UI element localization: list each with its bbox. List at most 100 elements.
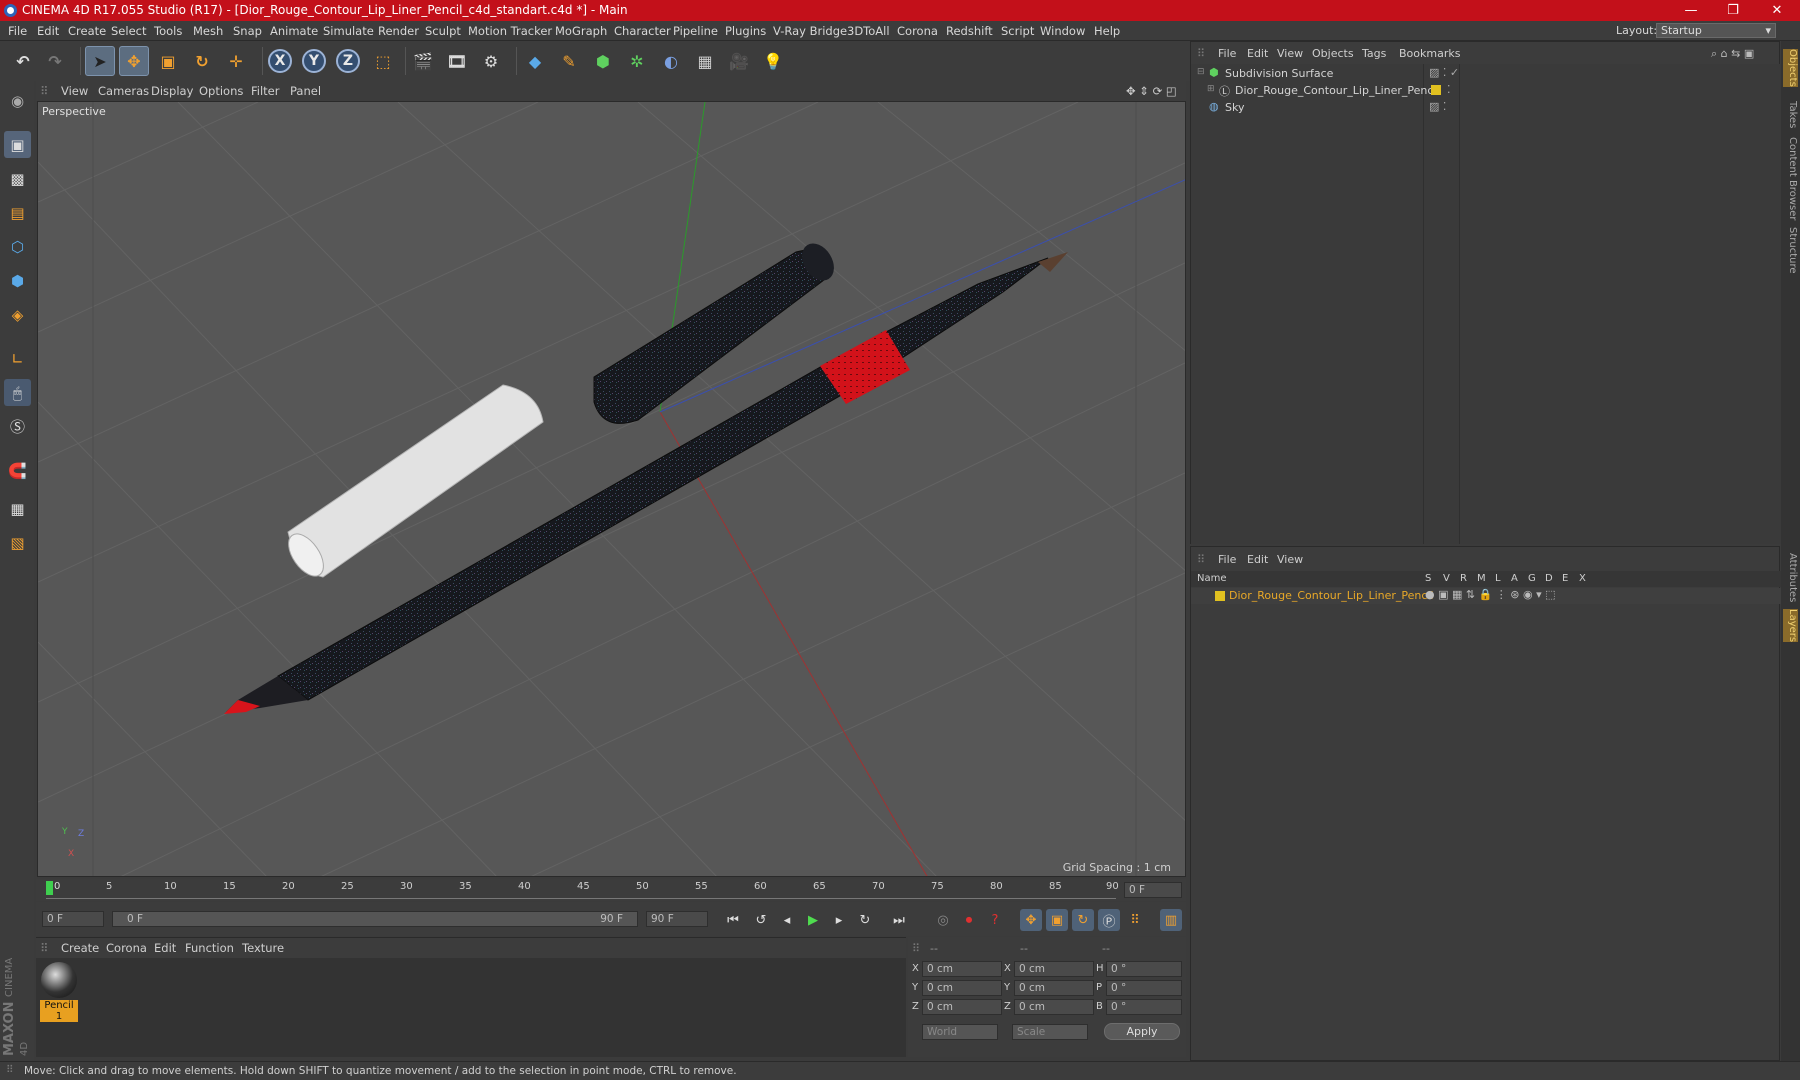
pen-spline-icon[interactable]: ✎ xyxy=(554,46,584,76)
redo-icon[interactable]: ↷ xyxy=(40,46,70,76)
workplane-settings-icon[interactable]: ▧ xyxy=(4,529,31,556)
z-axis-lock-button[interactable]: Z xyxy=(336,49,360,73)
timeline-ruler[interactable]: 0 5 10 15 20 25 30 35 40 45 50 55 60 65 … xyxy=(36,879,1186,901)
rotation-p-field[interactable]: 0 ° xyxy=(1106,980,1182,996)
menu-window[interactable]: Window xyxy=(1040,24,1085,38)
play-icon[interactable]: ▶ xyxy=(802,909,824,931)
next-keyframe-icon[interactable]: ↻ xyxy=(854,909,876,931)
model-mode-icon[interactable]: ▣ xyxy=(4,131,31,158)
object-row-pencil[interactable]: ⊞ Ⓛ Dior_Rouge_Contour_Lip_Liner_Pencil … xyxy=(1191,81,1781,99)
transform-icon[interactable]: ✛ xyxy=(221,46,251,76)
menu-3dtoall[interactable]: 3DToAll xyxy=(847,24,890,38)
axis-mode-icon[interactable]: ∟ xyxy=(4,345,31,372)
close-button[interactable]: ✕ xyxy=(1754,0,1800,21)
tab-content-browser[interactable]: Content Browser xyxy=(1783,137,1798,220)
layer-color-swatch[interactable] xyxy=(1215,591,1225,601)
minimize-button[interactable]: — xyxy=(1668,0,1714,21)
keyframe-selection-icon[interactable]: ? xyxy=(984,909,1006,931)
x-axis-lock-button[interactable]: X xyxy=(268,49,292,73)
menu-sculpt[interactable]: Sculpt xyxy=(425,24,461,38)
viewport-menu-view[interactable]: View xyxy=(61,84,88,98)
tab-takes[interactable]: Takes xyxy=(1783,101,1798,128)
make-editable-icon[interactable]: ◉ xyxy=(4,87,31,114)
menu-animate[interactable]: Animate xyxy=(270,24,318,38)
camera-icon[interactable]: 🎥 xyxy=(724,46,754,76)
lock-workplane-icon[interactable]: ▦ xyxy=(4,495,31,522)
size-y-field[interactable]: 0 cm xyxy=(1014,980,1094,996)
viewport-menu-panel[interactable]: Panel xyxy=(290,84,321,98)
menu-tools[interactable]: Tools xyxy=(154,24,182,38)
selection-arrow-icon[interactable]: ➤ xyxy=(85,46,115,76)
move-icon[interactable]: ✥ xyxy=(119,46,149,76)
visibility-dots-icon[interactable]: ▨ ⁚ xyxy=(1429,100,1446,113)
object-row-sky[interactable]: ◍ Sky ▨ ⁚ xyxy=(1191,98,1781,116)
perspective-viewport[interactable]: Perspective Y Z X Grid Spacing : 1 cm xyxy=(37,101,1186,877)
floor-icon[interactable]: ▦ xyxy=(690,46,720,76)
frame-range-slider[interactable]: 0 F 90 F xyxy=(112,911,638,927)
key-pla-icon[interactable]: ⠿ xyxy=(1124,909,1146,931)
viewport-menu-display[interactable]: Display xyxy=(151,84,193,98)
light-icon[interactable]: 💡 xyxy=(758,46,788,76)
position-z-field[interactable]: 0 cm xyxy=(922,999,1002,1015)
position-y-field[interactable]: 0 cm xyxy=(922,980,1002,996)
deformer-icon[interactable]: ◐ xyxy=(656,46,686,76)
tab-objects[interactable]: Objects xyxy=(1783,49,1798,87)
tweak-mode-icon[interactable]: 🖱 xyxy=(4,379,31,406)
go-to-end-icon[interactable]: ⏭ xyxy=(888,909,910,931)
menu-edit[interactable]: Edit xyxy=(37,24,59,38)
scale-icon[interactable]: ▣ xyxy=(153,46,183,76)
rotation-h-field[interactable]: 0 ° xyxy=(1106,961,1182,977)
maximize-button[interactable]: ❐ xyxy=(1710,0,1756,21)
tab-attributes[interactable]: Attributes xyxy=(1783,553,1798,602)
points-mode-icon[interactable]: ⬡ xyxy=(4,233,31,260)
material-menu-texture[interactable]: Texture xyxy=(242,941,284,955)
go-to-start-icon[interactable]: ⏮ xyxy=(722,909,744,931)
object-row-subdivision-surface[interactable]: ⊟ ⬢ Subdivision Surface ▨ ⁚ ✓ xyxy=(1191,64,1781,82)
render-view-icon[interactable]: 🎬 xyxy=(408,46,438,76)
layer-color-swatch[interactable] xyxy=(1431,85,1441,95)
auto-keying-icon[interactable]: ⏺ xyxy=(958,909,980,931)
om-menu-edit[interactable]: Edit xyxy=(1247,47,1268,60)
lm-menu-file[interactable]: File xyxy=(1218,553,1236,566)
lm-menu-view[interactable]: View xyxy=(1277,553,1303,566)
visibility-dots-icon[interactable]: ⁚ xyxy=(1447,83,1451,96)
menu-snap[interactable]: Snap xyxy=(233,24,262,38)
viewport-navigation-icons[interactable]: ✥ ⇕ ⟳ ◰ xyxy=(1126,84,1177,98)
layout-select[interactable]: Startup ▾ xyxy=(1656,23,1776,38)
layer-name[interactable]: Dior_Rouge_Contour_Lip_Liner_Pencil xyxy=(1229,589,1434,602)
collapse-icon[interactable]: ⊟ xyxy=(1197,67,1205,77)
tab-structure[interactable]: Structure xyxy=(1783,227,1798,274)
key-scale-icon[interactable]: ▣ xyxy=(1046,909,1068,931)
workplane-icon[interactable]: ▤ xyxy=(4,199,31,226)
coordinate-mode-select[interactable]: Scale xyxy=(1012,1024,1088,1040)
menu-corona[interactable]: Corona xyxy=(897,24,938,38)
magnet-icon[interactable]: 🧲 xyxy=(4,457,31,484)
size-x-field[interactable]: 0 cm xyxy=(1014,961,1094,977)
apply-button[interactable]: Apply xyxy=(1104,1023,1180,1040)
texture-mode-icon[interactable]: ▩ xyxy=(4,165,31,192)
om-menu-view[interactable]: View xyxy=(1277,47,1303,60)
snap-icon[interactable]: Ⓢ xyxy=(4,413,31,440)
om-search-home-icons[interactable]: ⌕ ⌂ ⇆ ▣ xyxy=(1711,47,1754,61)
edges-mode-icon[interactable]: ⬢ xyxy=(4,267,31,294)
viewport-menu-filter[interactable]: Filter xyxy=(251,84,279,98)
subdivision-icon[interactable]: ⬢ xyxy=(588,46,618,76)
step-back-icon[interactable]: ◂ xyxy=(776,909,798,931)
om-menu-bookmarks[interactable]: Bookmarks xyxy=(1399,47,1460,60)
key-parameter-icon[interactable]: Ⓟ xyxy=(1098,909,1120,931)
key-position-icon[interactable]: ✥ xyxy=(1020,909,1042,931)
menu-mograph[interactable]: MoGraph xyxy=(555,24,607,38)
viewport-menu-cameras[interactable]: Cameras xyxy=(98,84,149,98)
viewport-menu-options[interactable]: Options xyxy=(199,84,243,98)
mograph-cloner-icon[interactable]: ✲ xyxy=(622,46,652,76)
menu-vray-bridge[interactable]: V-Ray Bridge xyxy=(773,24,847,38)
menu-motion-tracker[interactable]: Motion Tracker xyxy=(468,24,552,38)
material-menu-function[interactable]: Function xyxy=(185,941,234,955)
menu-file[interactable]: File xyxy=(8,24,27,38)
start-frame-field[interactable]: 0 F xyxy=(42,911,104,927)
menu-plugins[interactable]: Plugins xyxy=(725,24,766,38)
material-menu-create[interactable]: Create xyxy=(61,941,99,955)
material-menu-corona[interactable]: Corona xyxy=(106,941,147,955)
timeline-window-icon[interactable]: ▥ xyxy=(1160,909,1182,931)
menu-create[interactable]: Create xyxy=(68,24,106,38)
